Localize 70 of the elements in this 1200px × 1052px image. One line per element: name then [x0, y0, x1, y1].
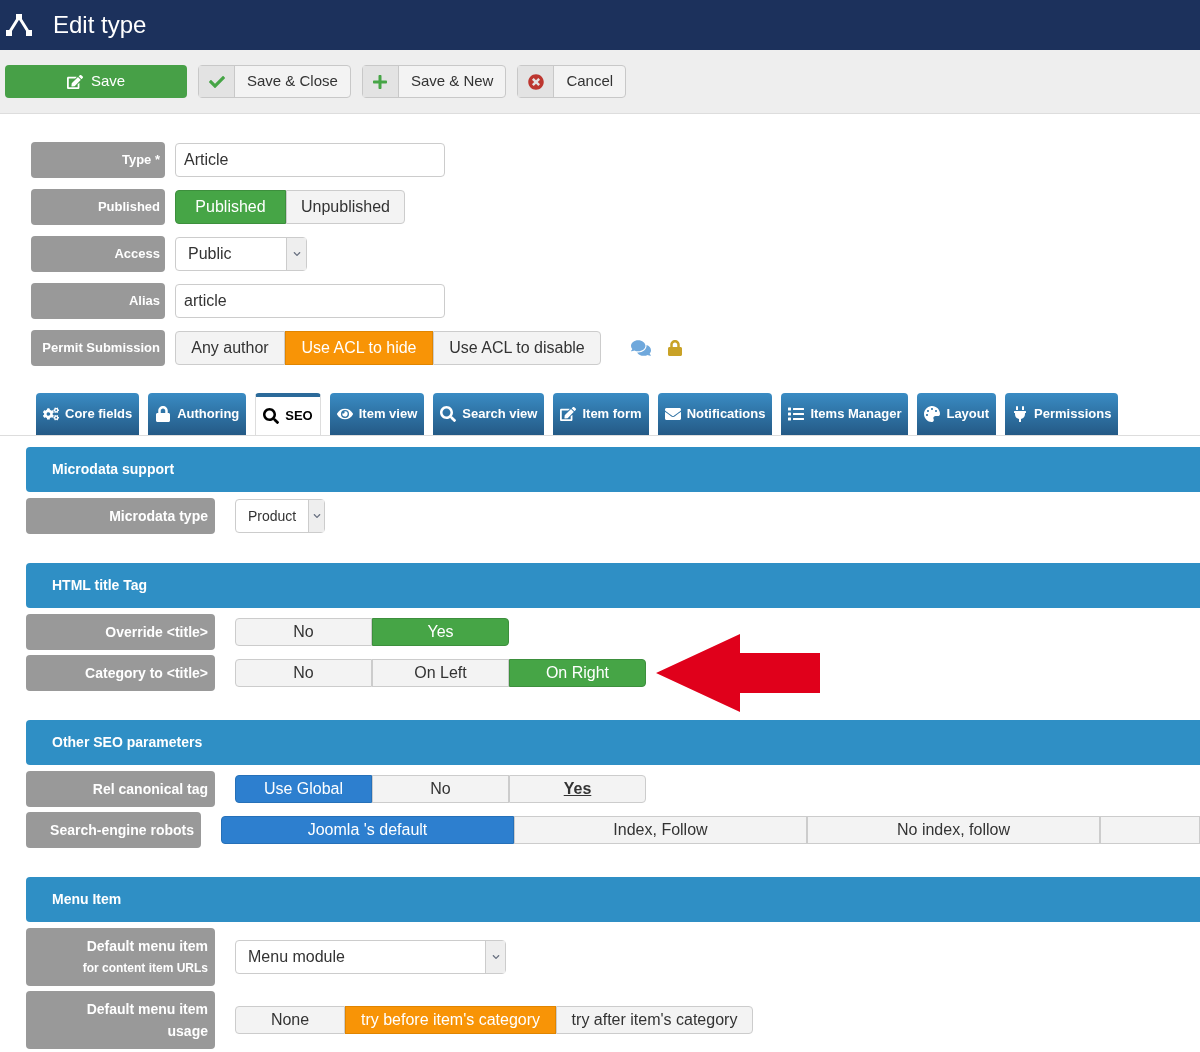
field-label: Default menu item usage	[26, 991, 215, 1049]
field-label: Access	[31, 236, 165, 272]
tab[interactable]: Authoring	[148, 393, 247, 435]
search-icon	[440, 406, 457, 422]
select-field[interactable]: Menu module	[235, 940, 506, 974]
radio-option[interactable]: No	[235, 618, 372, 646]
field-label: Override <title>	[26, 614, 215, 650]
radio-option[interactable]: Index, Follow	[514, 816, 807, 844]
toolbar-button[interactable]: Cancel	[517, 65, 627, 98]
select-field[interactable]: Public	[175, 237, 307, 271]
section-header: Other SEO parameters	[26, 720, 1200, 765]
tab[interactable]: Permissions	[1005, 393, 1119, 435]
tab[interactable]: SEO	[255, 393, 321, 435]
tab[interactable]: Item form	[553, 393, 649, 435]
gears-icon	[43, 406, 59, 422]
toolbar-button[interactable]: Save & Close	[198, 65, 351, 98]
radio-option[interactable]	[1100, 816, 1200, 844]
caret-icon	[292, 250, 301, 258]
envelope-icon	[664, 406, 681, 422]
tab[interactable]: Item view	[329, 393, 425, 435]
section-header: Menu Item	[26, 877, 1200, 922]
lock-icon[interactable]	[667, 340, 683, 356]
tab[interactable]: Layout	[917, 393, 997, 435]
plug-icon	[1012, 406, 1029, 422]
field-label: Rel canonical tag	[26, 771, 215, 807]
plus-icon	[372, 73, 389, 90]
radio-option[interactable]: Unpublished	[286, 190, 405, 224]
field-label: Category to <title>	[26, 655, 215, 691]
radio-option[interactable]: Use ACL to disable	[433, 331, 601, 365]
page-title: Edit type	[53, 10, 147, 40]
radio-option[interactable]: No	[235, 659, 372, 687]
select-field[interactable]: Product	[235, 499, 325, 533]
search-icon	[263, 408, 280, 424]
radio-option[interactable]: Use Global	[235, 775, 372, 803]
tab[interactable]: Items Manager	[781, 393, 909, 435]
field-label: Search-engine robots	[26, 812, 201, 848]
check-icon	[208, 73, 225, 90]
logo-icon	[5, 13, 33, 37]
section-header: HTML title Tag	[26, 563, 1200, 608]
radio-option[interactable]: On Left	[372, 659, 509, 687]
field-label: Type *	[31, 142, 165, 178]
field-label: Alias	[31, 283, 165, 319]
text-field[interactable]: Article	[175, 143, 445, 177]
field-label: Published	[31, 189, 165, 225]
radio-option[interactable]: No index, follow	[807, 816, 1100, 844]
close-icon	[527, 73, 544, 90]
caret-icon	[491, 953, 500, 961]
radio-option[interactable]: None	[235, 1006, 345, 1034]
list-icon	[788, 406, 805, 422]
tab[interactable]: Search view	[433, 393, 545, 435]
eye-icon	[336, 406, 353, 422]
field-label: Default menu item for content item URLs	[26, 928, 215, 986]
text-field[interactable]: article	[175, 284, 445, 318]
tab[interactable]: Notifications	[657, 393, 773, 435]
toolbar-button[interactable]: Save & New	[361, 65, 507, 98]
edit-icon	[66, 73, 83, 90]
comments-icon[interactable]	[631, 338, 651, 358]
radio-option[interactable]: No	[372, 775, 509, 803]
lock-icon	[155, 406, 172, 422]
palette-icon	[924, 406, 941, 422]
edit-icon	[560, 406, 577, 422]
radio-option[interactable]: Yes	[509, 775, 646, 803]
radio-option[interactable]: try after item's category	[556, 1006, 753, 1034]
radio-option[interactable]: Joomla 's default	[221, 816, 514, 844]
caret-icon	[312, 512, 321, 520]
field-label: Permit Submission	[31, 330, 165, 366]
tab[interactable]: Core fields	[36, 393, 140, 435]
section-header: Microdata support	[26, 447, 1200, 492]
radio-option[interactable]: Any author	[175, 331, 285, 365]
field-label: Microdata type	[26, 498, 215, 534]
